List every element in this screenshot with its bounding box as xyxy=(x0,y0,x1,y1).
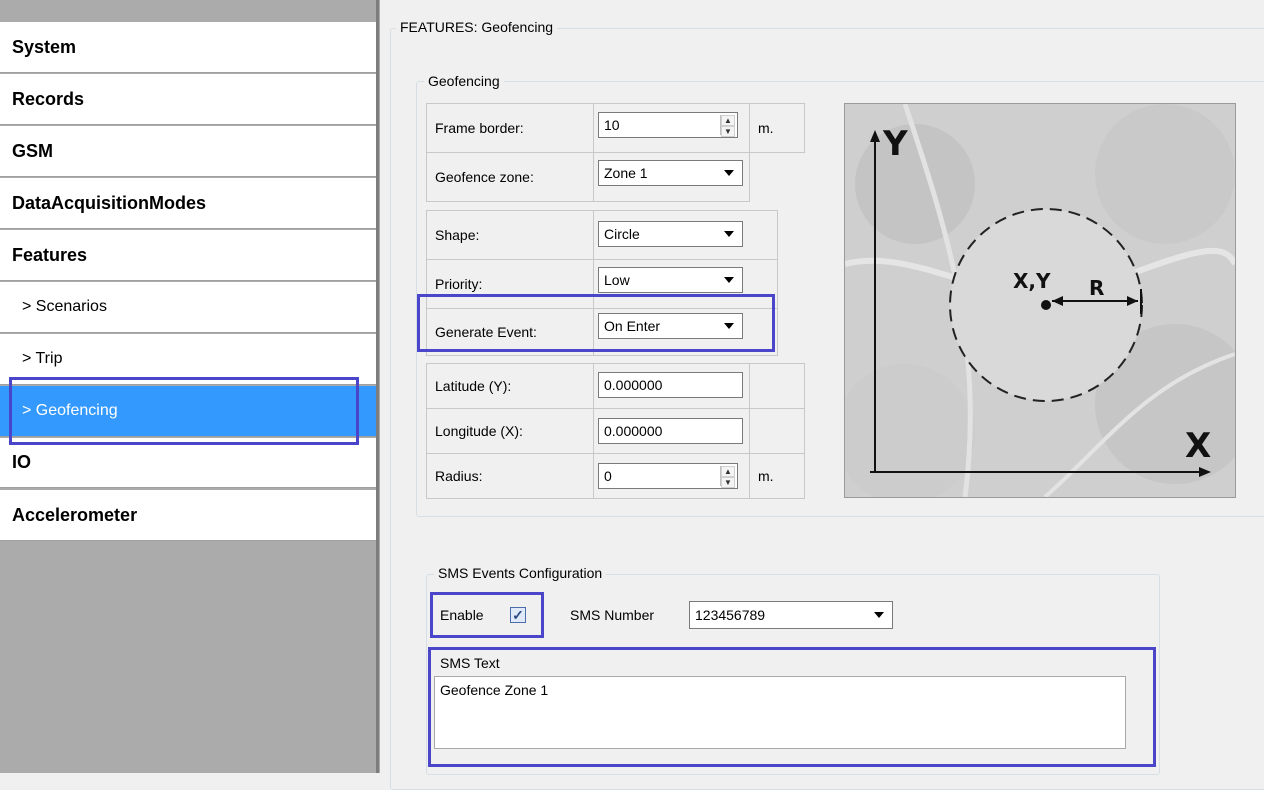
latitude-label-cell: Latitude (Y): xyxy=(426,363,594,409)
latitude-input[interactable]: 0.000000 xyxy=(598,372,743,398)
radius-spinner[interactable]: ▲ ▼ xyxy=(720,466,735,488)
main-panel: FEATURES: Geofencing Geofencing Frame bo… xyxy=(380,0,1264,790)
frame-border-label: Frame border: xyxy=(435,120,524,136)
frame-border-label-cell: Frame border: xyxy=(426,103,594,153)
sms-number-select[interactable]: 123456789 xyxy=(689,601,893,629)
radius-unit-cell: m. xyxy=(749,453,805,499)
spin-up-icon[interactable]: ▲ xyxy=(721,115,735,126)
sidebar-item-dataacquisitionmodes[interactable]: DataAcquisitionModes xyxy=(0,178,376,229)
sms-group-title: SMS Events Configuration xyxy=(434,565,607,581)
longitude-label: Longitude (X): xyxy=(435,423,523,439)
frame-border-value: 10 xyxy=(604,117,620,133)
sidebar-item-label: Features xyxy=(12,244,88,265)
geofence-diagram: Y X X,Y R xyxy=(835,103,1255,504)
sms-number-value: 123456789 xyxy=(695,607,766,623)
geofence-zone-label: Geofence zone: xyxy=(435,169,534,185)
sidebar-item-scenarios[interactable]: > Scenarios xyxy=(0,282,376,333)
radius-value: 0 xyxy=(604,468,612,484)
center-label: X,Y xyxy=(1013,269,1051,293)
generate-event-highlight xyxy=(417,294,775,352)
longitude-unit-cell xyxy=(749,408,805,454)
sidebar-item-label: GSM xyxy=(12,140,54,161)
frame-border-spinner[interactable]: ▲ ▼ xyxy=(720,115,735,137)
radius-label: Radius: xyxy=(435,468,483,484)
chevron-down-icon xyxy=(724,277,734,283)
sidebar-item-label: Records xyxy=(12,88,85,109)
sidebar-item-label: > Trip xyxy=(22,350,63,367)
sms-number-label: SMS Number xyxy=(570,607,655,623)
x-axis-label: X xyxy=(1185,426,1212,466)
radius-label-diagram: R xyxy=(1089,276,1105,300)
sidebar-divider xyxy=(376,0,379,773)
radius-input[interactable]: 0 ▲ ▼ xyxy=(598,463,738,489)
shape-label: Shape: xyxy=(435,227,480,243)
geofence-zone-select[interactable]: Zone 1 xyxy=(598,160,743,186)
frame-border-unit: m. xyxy=(758,120,774,136)
sidebar: System Records GSM DataAcquisitionModes … xyxy=(0,0,380,773)
sidebar-item-gsm[interactable]: GSM xyxy=(0,126,376,177)
enable-highlight xyxy=(430,592,544,638)
chevron-down-icon xyxy=(724,231,734,237)
sidebar-item-accelerometer[interactable]: Accelerometer xyxy=(0,490,376,541)
priority-value: Low xyxy=(604,272,630,288)
priority-label: Priority: xyxy=(435,276,483,292)
latitude-unit-cell xyxy=(749,363,805,409)
spin-down-icon[interactable]: ▼ xyxy=(721,477,735,488)
sidebar-item-label: Accelerometer xyxy=(12,504,138,525)
longitude-value: 0.000000 xyxy=(604,423,663,439)
shape-select[interactable]: Circle xyxy=(598,221,743,247)
frame-border-unit-cell: m. xyxy=(749,103,805,153)
sidebar-item-label: System xyxy=(12,36,77,57)
geofencing-highlight xyxy=(9,377,359,445)
chevron-down-icon xyxy=(874,612,884,618)
sidebar-item-label: DataAcquisitionModes xyxy=(12,192,207,213)
shape-value: Circle xyxy=(604,226,640,242)
geofence-zone-value: Zone 1 xyxy=(604,165,648,181)
latitude-label: Latitude (Y): xyxy=(435,378,512,394)
geofencing-group-title: Geofencing xyxy=(424,73,504,89)
longitude-label-cell: Longitude (X): xyxy=(426,408,594,454)
features-group-title: FEATURES: Geofencing xyxy=(396,19,558,35)
chevron-down-icon xyxy=(724,170,734,176)
priority-select[interactable]: Low xyxy=(598,267,743,293)
geofence-zone-label-cell: Geofence zone: xyxy=(426,152,594,202)
sidebar-item-io[interactable]: IO xyxy=(0,438,376,488)
shape-label-cell: Shape: xyxy=(426,210,594,260)
longitude-input[interactable]: 0.000000 xyxy=(598,418,743,444)
sms-text-highlight xyxy=(428,647,1156,767)
sidebar-item-features[interactable]: Features xyxy=(0,230,376,281)
sidebar-item-system[interactable]: System xyxy=(0,22,376,73)
spin-up-icon[interactable]: ▲ xyxy=(721,466,735,477)
radius-label-cell: Radius: xyxy=(426,453,594,499)
sidebar-item-label: IO xyxy=(12,452,32,472)
y-axis-label: Y xyxy=(883,124,908,164)
sidebar-item-label: > Scenarios xyxy=(22,298,107,315)
spin-down-icon[interactable]: ▼ xyxy=(721,126,735,137)
radius-unit: m. xyxy=(758,468,774,484)
sidebar-item-records[interactable]: Records xyxy=(0,74,376,125)
latitude-value: 0.000000 xyxy=(604,377,663,393)
frame-border-input[interactable]: 10 ▲ ▼ xyxy=(598,112,738,138)
